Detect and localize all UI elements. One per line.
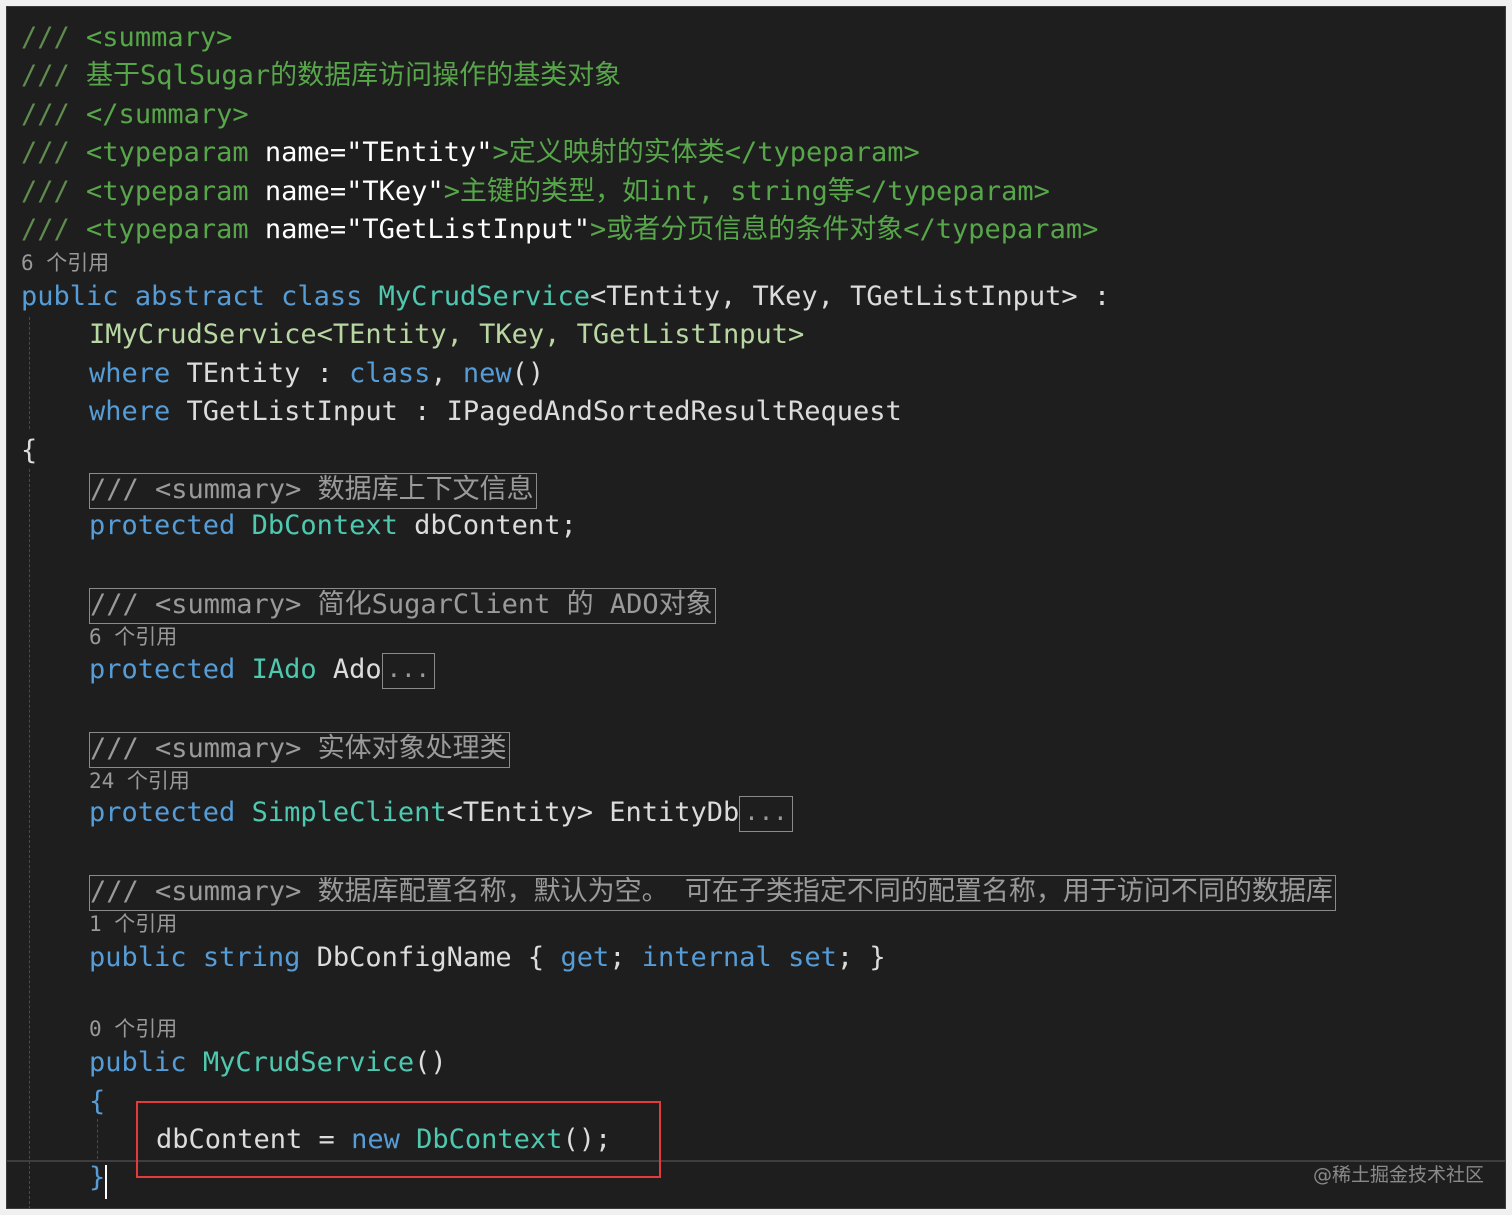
code-lens-references[interactable]: 1 个引用 — [89, 911, 177, 937]
interface-line: IMyCrudService<TEntity, TKey, TGetListIn… — [89, 319, 805, 350]
doc-comment-line: /// </summary> — [21, 99, 249, 130]
code-lens-references[interactable]: 24 个引用 — [89, 768, 190, 794]
code-lens-references[interactable]: 6 个引用 — [21, 250, 109, 276]
collapsed-summary[interactable]: /// <summary> 实体对象处理类 — [89, 730, 510, 768]
doc-comment-line: /// 基于SqlSugar的数据库访问操作的基类对象 — [21, 60, 622, 91]
class-declaration: public abstract class MyCrudService<TEnt… — [21, 281, 1111, 312]
field-dbcontent: protected DbContext dbContent; — [89, 510, 577, 541]
constructor-declaration: public MyCrudService() — [89, 1047, 447, 1078]
watermark: @稀土掘金技术社区 — [1312, 1164, 1484, 1186]
code-lens-references[interactable]: 0 个引用 — [89, 1016, 177, 1042]
where-clause: where TGetListInput : IPagedAndSortedRes… — [89, 396, 902, 427]
constructor-open-brace: { — [89, 1086, 106, 1117]
code-editor[interactable]: /// <summary> /// 基于SqlSugar的数据库访问操作的基类对… — [6, 6, 1506, 1209]
doc-comment-line: /// <typeparam name="TKey">主键的类型，如int, s… — [21, 176, 1050, 207]
property-entitydb: protected SimpleClient<TEntity> EntityDb… — [89, 794, 793, 832]
collapsed-body-marker[interactable]: ... — [739, 795, 793, 832]
property-ado: protected IAdo Ado... — [89, 651, 435, 689]
code-lens-references[interactable]: 6 个引用 — [89, 624, 177, 650]
collapsed-summary[interactable]: /// <summary> 数据库配置名称，默认为空。 可在子类指定不同的配置名… — [89, 873, 1336, 911]
highlight-annotation-box — [136, 1101, 661, 1178]
class-open-brace: { — [21, 435, 38, 466]
text-cursor — [105, 1165, 107, 1199]
indent-guide — [29, 469, 30, 1208]
collapsed-body-marker[interactable]: ... — [381, 652, 435, 689]
indent-guide — [97, 1119, 98, 1159]
property-dbconfigname: public string DbConfigName { get; intern… — [89, 942, 886, 973]
indent-guide — [29, 317, 30, 429]
collapsed-summary[interactable]: /// <summary> 简化SugarClient 的 ADO对象 — [89, 586, 716, 624]
doc-comment-line: /// <summary> — [21, 22, 233, 53]
doc-comment-line: /// <typeparam name="TEntity">定义映射的实体类</… — [21, 137, 920, 168]
where-clause: where TEntity : class, new() — [89, 358, 545, 389]
doc-comment-line: /// <typeparam name="TGetListInput">或者分页… — [21, 214, 1099, 245]
collapsed-summary[interactable]: /// <summary> 数据库上下文信息 — [89, 471, 537, 509]
constructor-close-brace: } — [89, 1162, 106, 1193]
